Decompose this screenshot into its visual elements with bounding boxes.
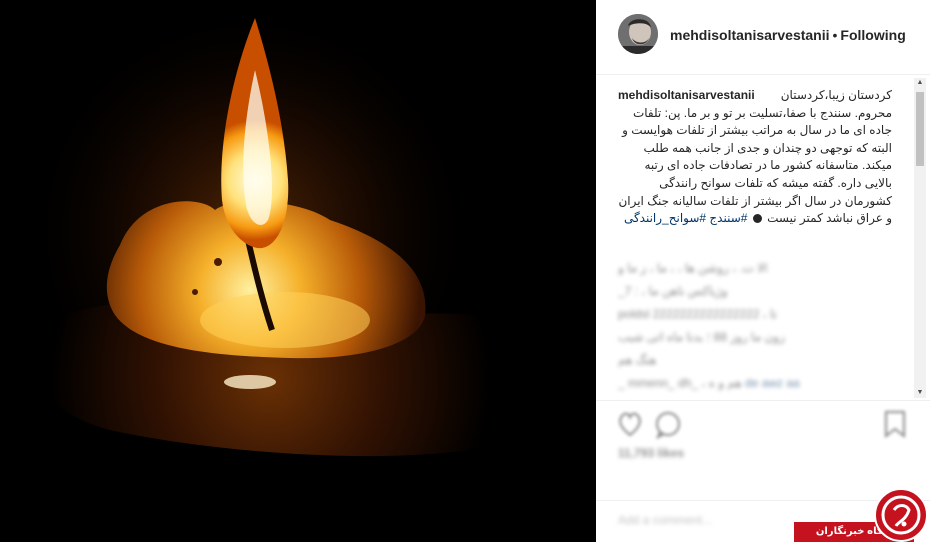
comment-item: هنگ هم — [618, 353, 657, 367]
bookmark-icon[interactable] — [882, 409, 908, 444]
caption-text: کردستان زیبا،کردستان محروم. سنندج با صفا… — [618, 88, 892, 226]
action-icons — [616, 409, 696, 444]
username-link[interactable]: mehdisoltanisarvestanii — [670, 27, 830, 43]
post-sidebar: mehdisoltanisarvestanii • Following mehdis… — [596, 0, 930, 542]
caption-username[interactable]: mehdisoltanisarvestanii — [618, 87, 755, 105]
comment-item: _7 : ، وژیاکس ناهن ما — [618, 284, 728, 298]
avatar-photo — [618, 14, 658, 54]
comment-list: الا ت. ، روشن ها ، ، ما ، ز ما و _7 : ، … — [618, 257, 894, 395]
post-caption: mehdisoltanisarvestanii کردستان زیبا،کرد… — [618, 87, 892, 228]
post-header: mehdisoltanisarvestanii • Following — [596, 0, 930, 75]
logo-mark — [881, 495, 921, 535]
scroll-down-arrow-icon[interactable]: ▼ — [914, 388, 926, 398]
scroll-up-arrow-icon[interactable]: ▲ — [914, 78, 926, 88]
post-image[interactable] — [0, 0, 596, 542]
heart-icon[interactable] — [619, 412, 641, 437]
comments-scrollbar[interactable]: ▲ ▼ — [914, 78, 926, 398]
avatar[interactable] — [618, 14, 658, 54]
comment-link[interactable]: de awz aa — [745, 376, 800, 390]
comment-input[interactable]: Add a comment... — [618, 513, 712, 527]
like-comment-icons — [619, 412, 680, 440]
likes-count[interactable]: 11,793 likes — [618, 446, 684, 460]
scrollbar-thumb[interactable] — [916, 92, 924, 166]
comments-section[interactable]: mehdisoltanisarvestanii کردستان زیبا،کرد… — [596, 75, 930, 399]
comment-text: _ mmenn_ dh_ ، هم و ه — [618, 376, 742, 390]
header-text: mehdisoltanisarvestanii • Following — [670, 27, 906, 43]
caption-hashtags[interactable]: #سنندج #سوانح_رانندگی — [624, 211, 747, 225]
candle-photo — [0, 0, 596, 542]
comment-icon[interactable] — [656, 412, 680, 440]
black-circle-icon — [752, 214, 762, 224]
watermark: باشگاه خبرنگاران — [794, 488, 930, 542]
comment-item: الا ت. ، روشن ها ، ، ما ، ز ما و — [618, 261, 768, 275]
comment-item: زون ما روز 88 ؛ بدنا ماه اتی شبب — [618, 330, 785, 344]
watermark-logo-icon — [874, 488, 928, 542]
separator-dot: • — [832, 27, 838, 43]
following-button[interactable]: Following — [840, 27, 905, 43]
bookmark-shape — [885, 411, 905, 439]
comment-item: poldsl 2222222222222222 ، تا — [618, 307, 778, 321]
comment-item: _ mmenn_ dh_ ، هم و ه de awz aa — [618, 372, 894, 395]
